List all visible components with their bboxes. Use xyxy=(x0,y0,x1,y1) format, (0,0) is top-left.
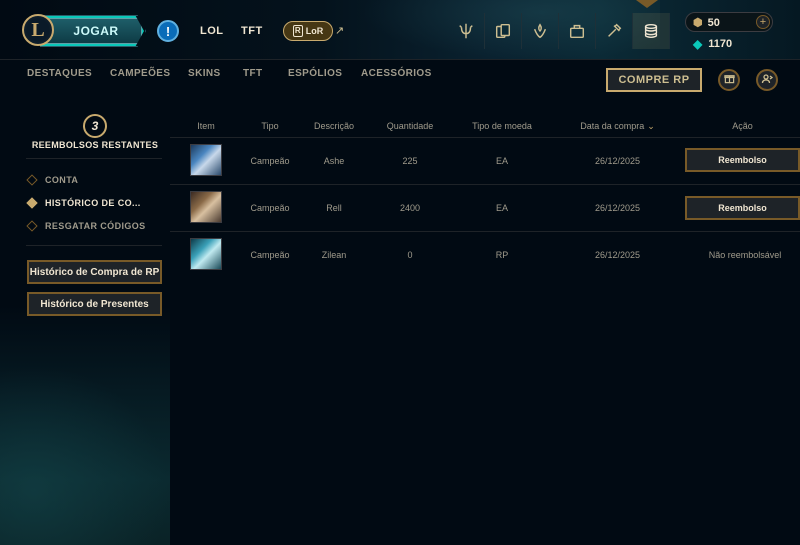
row-divider xyxy=(170,184,800,185)
nav-icon-bar xyxy=(448,13,670,49)
refund-remaining-label: REEMBOLSOS RESTANTES xyxy=(31,140,159,150)
column-header-currency: Tipo de moeda xyxy=(472,121,532,131)
row-quantity: 2400 xyxy=(399,203,421,213)
column-header-type: Tipo xyxy=(261,121,279,131)
sidebar-item-resgatar[interactable]: RESGATAR CÓDIGOS xyxy=(26,220,146,232)
row-description: Rell xyxy=(326,203,342,213)
collection-icon[interactable] xyxy=(485,13,522,49)
nav-tft[interactable]: TFT xyxy=(241,25,263,37)
refund-count-badge: 3 xyxy=(83,114,107,138)
rp-purchase-history-button[interactable]: Histórico de Compra de RP xyxy=(27,260,162,284)
lor-button[interactable]: R LoR xyxy=(283,21,333,41)
blue-essence-balance: ◆ 1170 xyxy=(693,37,732,51)
sidebar-item-label: RESGATAR CÓDIGOS xyxy=(45,221,146,231)
external-link-icon: ↗ xyxy=(335,25,345,37)
sidebar-item-conta[interactable]: CONTA xyxy=(26,174,79,186)
play-button[interactable]: JOGAR xyxy=(40,16,144,46)
row-date: 26/12/2025 xyxy=(594,156,641,166)
sidebar-item-label: CONTA xyxy=(45,175,79,185)
gift-button[interactable] xyxy=(718,69,740,91)
column-header-date-label: Data da compra xyxy=(580,121,645,131)
row-quantity: 0 xyxy=(407,250,413,260)
diamond-icon xyxy=(26,220,38,232)
row-description: Ashe xyxy=(323,156,345,166)
lor-label: LoR xyxy=(305,26,324,36)
gift-history-button[interactable]: Histórico de Presentes xyxy=(27,292,162,316)
tab-acessorios[interactable]: ACESSÓRIOS xyxy=(361,68,432,79)
column-header-description: Descrição xyxy=(313,121,354,131)
nav-lol[interactable]: LOL xyxy=(200,25,224,37)
tft-trophy-icon[interactable] xyxy=(448,13,485,49)
champion-zilean-image xyxy=(190,238,222,270)
row-description: Zilean xyxy=(321,250,347,260)
tab-destaques[interactable]: DESTAQUES xyxy=(27,68,92,79)
sidebar-item-label: HISTÓRICO DE CO... xyxy=(45,198,141,208)
add-rp-button[interactable]: + xyxy=(756,15,770,29)
tab-tft[interactable]: TFT xyxy=(243,68,263,79)
user-swap-icon xyxy=(761,73,774,88)
tab-espolios[interactable]: ESPÓLIOS xyxy=(288,68,342,79)
sidebar xyxy=(0,110,170,545)
row-currency: EA xyxy=(495,156,508,166)
row-date: 26/12/2025 xyxy=(594,250,641,260)
diamond-icon xyxy=(26,197,38,209)
row-quantity: 225 xyxy=(402,156,418,166)
row-date: 26/12/2025 xyxy=(594,203,641,213)
column-header-date[interactable]: Data da compra ⌄ xyxy=(570,121,665,132)
sort-chevron-icon: ⌄ xyxy=(647,121,655,131)
champion-rell-image xyxy=(190,191,222,223)
active-nav-indicator xyxy=(636,0,658,10)
tab-skins[interactable]: SKINS xyxy=(188,68,221,79)
sidebar-item-historico[interactable]: HISTÓRICO DE CO... xyxy=(26,197,141,209)
diamond-icon xyxy=(26,174,38,186)
column-header-quantity: Quantidade xyxy=(386,121,434,131)
lor-badge-icon: R xyxy=(292,25,303,37)
store-icon[interactable] xyxy=(633,13,670,49)
champion-ashe-image xyxy=(190,144,222,176)
inventory-icon[interactable] xyxy=(559,13,596,49)
column-header-action: Ação xyxy=(732,121,753,131)
column-header-item: Item xyxy=(197,121,215,131)
refund-button[interactable]: Reembolso xyxy=(685,148,800,172)
crafting-icon[interactable] xyxy=(596,13,633,49)
account-button[interactable] xyxy=(756,69,778,91)
row-type: Campeão xyxy=(250,156,290,166)
rp-coin-icon: ⬢ xyxy=(693,17,703,29)
alert-icon[interactable]: ! xyxy=(157,20,179,42)
sidebar-divider xyxy=(26,245,162,246)
loot-icon[interactable] xyxy=(522,13,559,49)
league-logo-icon[interactable]: L xyxy=(22,14,54,46)
rp-balance: ⬢ 50 xyxy=(693,16,720,30)
row-currency: RP xyxy=(495,250,509,260)
refund-button[interactable]: Reembolso xyxy=(685,196,800,220)
tab-campeoes[interactable]: CAMPEÕES xyxy=(110,68,170,79)
row-type: Campeão xyxy=(250,203,290,213)
purchase-history-table xyxy=(170,110,800,545)
gift-icon xyxy=(723,73,735,87)
rp-amount: 50 xyxy=(707,16,720,29)
not-refundable-label: Não reembolsável xyxy=(708,250,782,260)
sidebar-divider xyxy=(26,158,162,159)
buy-rp-button[interactable]: COMPRE RP xyxy=(606,68,702,92)
row-divider xyxy=(170,231,800,232)
table-header-divider xyxy=(170,137,800,138)
blue-essence-icon: ◆ xyxy=(693,37,703,51)
row-type: Campeão xyxy=(250,250,290,260)
blue-essence-amount: 1170 xyxy=(708,38,733,50)
row-currency: EA xyxy=(495,203,508,213)
